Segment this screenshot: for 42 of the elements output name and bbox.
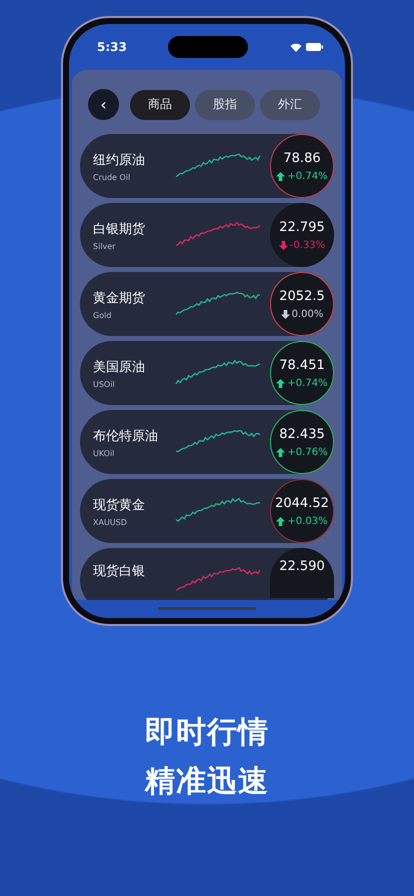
- quote-row[interactable]: 白银期货 Silver 22.795 -0.33%: [80, 203, 334, 267]
- instrument-name: 现货黄金: [93, 496, 146, 514]
- battery-icon: [306, 43, 323, 51]
- price: 22.795: [279, 220, 325, 234]
- quote-row[interactable]: 纽约原油 Crude Oil 78.86 +0.74%: [80, 134, 334, 198]
- price: 78.451: [279, 358, 325, 372]
- back-button[interactable]: ‹: [88, 89, 119, 120]
- instrument-name: 美国原油: [93, 358, 146, 376]
- price: 22.590: [279, 559, 325, 574]
- price-change: 0.00%: [280, 308, 324, 320]
- instrument-name: 现货白银: [93, 563, 146, 580]
- wifi-icon: [290, 42, 302, 52]
- category-tab[interactable]: 股指: [195, 90, 255, 120]
- instrument-name: 布伦特原油: [93, 428, 159, 444]
- price: 82.435: [279, 426, 325, 442]
- price-change: +0.74%: [276, 170, 328, 182]
- price-change: +0.74%: [276, 378, 328, 388]
- quote-row[interactable]: 美国原油 USOil 78.451 +0.74%: [80, 341, 334, 405]
- status-time: 5:33: [97, 40, 127, 54]
- price-change: +0.03%: [276, 516, 328, 526]
- quote-row[interactable]: 现货白银 22.590: [80, 548, 334, 600]
- headline: 即时行情: [145, 714, 269, 752]
- instrument-code: Silver: [93, 242, 116, 250]
- instrument-name: 白银期货: [93, 220, 146, 238]
- category-tab[interactable]: 商品: [130, 90, 190, 120]
- instrument-name: 黄金期货: [93, 290, 146, 306]
- price: 2044.52: [275, 496, 329, 510]
- instrument-code: USOil: [93, 380, 116, 388]
- instrument-code: UKOil: [93, 448, 116, 458]
- headline: 精准迅速: [145, 763, 269, 801]
- quote-row[interactable]: 布伦特原油 UKOil 82.435 +0.76%: [80, 410, 334, 474]
- instrument-code: XAUUSD: [93, 518, 128, 526]
- instrument-code: Crude Oil: [93, 172, 132, 182]
- price: 78.86: [283, 150, 321, 166]
- price-change: -0.33%: [278, 240, 326, 250]
- price-change: +0.76%: [276, 446, 328, 458]
- quote-row[interactable]: 黄金期货 Gold 2052.5 0.00%: [80, 272, 334, 336]
- instrument-code: Gold: [93, 310, 112, 320]
- category-tab[interactable]: 外汇: [260, 90, 320, 120]
- quote-row[interactable]: 现货黄金 XAUUSD 2044.52 +0.03%: [80, 479, 334, 543]
- instrument-name: 纽约原油: [93, 152, 146, 168]
- price: 2052.5: [279, 288, 325, 304]
